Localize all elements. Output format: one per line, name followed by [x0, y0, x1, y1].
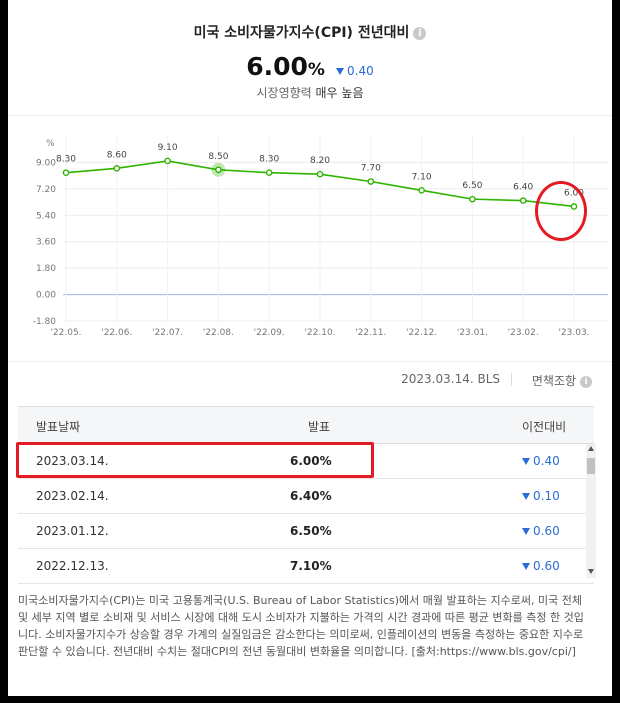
x-tick-label: '23.02. — [508, 328, 539, 338]
y-tick-label: 7.20 — [36, 185, 56, 195]
data-point[interactable] — [316, 170, 324, 178]
indicator-description: 미국소비자물가지수(CPI)는 미국 고용통계국(U.S. Bureau of … — [18, 594, 584, 658]
x-tick-label: '23.03. — [558, 328, 589, 338]
header-diff: 이전대비 — [522, 420, 567, 434]
y-tick-label: 3.60 — [36, 238, 56, 248]
data-point[interactable] — [113, 165, 121, 172]
row-diff: 0.60 — [522, 559, 560, 573]
disclaimer-label: 면책조항 — [531, 374, 576, 388]
down-triangle-icon — [522, 528, 530, 535]
scroll-thumb[interactable] — [587, 458, 595, 474]
indicator-title-row: 미국 소비자물가지수(CPI) 전년대비 i — [8, 22, 612, 42]
scroll-down-icon[interactable] — [588, 569, 594, 574]
row-value: 6.50% — [290, 524, 332, 538]
y-unit-label: % — [46, 139, 55, 149]
data-point[interactable] — [62, 169, 70, 177]
down-triangle-icon — [522, 458, 530, 465]
row-date: 2022.12.13. — [36, 559, 109, 573]
table-header: 발표날짜 발표 이전대비 — [18, 407, 594, 444]
data-label: 6.40 — [513, 183, 533, 193]
change-badge: 0.40 — [336, 64, 374, 78]
row-value: 6.40% — [290, 489, 332, 503]
x-tick-label: '22.07. — [152, 328, 183, 338]
market-impact: 시장영향력 매우 높음 — [8, 84, 612, 101]
row-diff: 0.10 — [522, 489, 560, 503]
x-tick-label: '22.06. — [101, 328, 132, 338]
change-value: 0.40 — [347, 64, 374, 78]
row-diff: 0.60 — [522, 524, 560, 538]
divider — [511, 373, 512, 386]
data-label: 7.10 — [412, 172, 432, 182]
data-point[interactable] — [519, 197, 527, 204]
data-label: 9.10 — [158, 143, 178, 153]
cpi-line-chart[interactable]: % 9.00 7.20 5.40 3.60 1.80 0.00 -1.80'22.05. '22… — [8, 115, 612, 362]
data-label: 8.30 — [259, 155, 279, 165]
x-tick-label: '22.05. — [50, 328, 81, 338]
table-row: 2023.02.14. 6.40% 0.10 — [18, 479, 594, 514]
row-diff-value: 0.40 — [533, 454, 560, 468]
current-value: 6.00 — [246, 52, 308, 81]
row-diff-value: 0.60 — [533, 559, 560, 573]
row-diff-value: 0.10 — [533, 489, 560, 503]
source-date: 2023.03.14. BLS — [401, 372, 500, 386]
data-label: 8.30 — [56, 155, 76, 165]
info-icon: i — [580, 375, 592, 388]
x-tick-label: '22.12. — [406, 328, 437, 338]
data-label: 8.50 — [208, 152, 228, 162]
header-date: 발표날짜 — [36, 420, 81, 434]
x-tick-label: '22.09. — [254, 328, 285, 338]
y-tick-label: 1.80 — [36, 264, 56, 274]
value-row: 6.00% 0.40 — [8, 52, 612, 81]
y-tick-label: 9.00 — [36, 158, 56, 168]
data-label: 6.50 — [462, 181, 482, 191]
y-tick-label: 0.00 — [36, 291, 56, 301]
y-tick-label: 5.40 — [36, 211, 56, 221]
value-unit: % — [307, 60, 325, 80]
window-frame: 미국 소비자물가지수(CPI) 전년대비 i 6.00% 0.40 시장영향력 매… — [0, 0, 620, 703]
data-point[interactable] — [215, 166, 222, 174]
indicator-header: 미국 소비자물가지수(CPI) 전년대비 i 6.00% 0.40 시장영향력 매… — [8, 0, 612, 115]
scroll-up-icon[interactable] — [588, 446, 594, 451]
data-label: 7.70 — [361, 164, 381, 174]
x-tick-label: '23.01. — [457, 328, 488, 338]
row-diff: 0.40 — [522, 454, 560, 468]
row-diff-value: 0.60 — [533, 524, 560, 538]
info-icon[interactable]: i — [413, 26, 427, 40]
data-label: 8.20 — [310, 156, 330, 166]
highlight-circle-annotation — [535, 181, 587, 241]
row-value: 7.10% — [290, 559, 332, 573]
data-point[interactable] — [164, 157, 171, 165]
impact-value: 매우 높음 — [315, 86, 364, 100]
source-row: 2023.03.14. BLS 면책조항 i — [8, 370, 612, 390]
down-triangle-icon — [336, 68, 345, 75]
disclaimer-link[interactable]: 면책조항 i — [532, 372, 592, 389]
cpi-panel: 미국 소비자물가지수(CPI) 전년대비 i 6.00% 0.40 시장영향력 매… — [8, 0, 612, 696]
table-row: 2022.12.13. 7.10% 0.60 — [18, 549, 594, 584]
indicator-title: 미국 소비자물가지수(CPI) 전년대비 — [193, 25, 410, 41]
down-triangle-icon — [522, 563, 530, 570]
highlight-box-annotation — [16, 442, 374, 478]
data-point[interactable] — [469, 195, 476, 203]
down-triangle-icon — [522, 493, 530, 500]
data-point[interactable] — [265, 169, 273, 177]
chart-svg[interactable]: % 9.00 7.20 5.40 3.60 1.80 0.00 -1.80'22.05. '22… — [8, 116, 612, 361]
x-tick-label: '22.10. — [304, 328, 335, 338]
table-row: 2023.01.12. 6.50% 0.60 — [18, 514, 594, 549]
row-date: 2023.01.12. — [36, 524, 109, 538]
data-point[interactable] — [367, 178, 375, 185]
impact-label: 시장영향력 — [256, 86, 312, 100]
header-value: 발표 — [308, 420, 331, 434]
table-scrollbar[interactable] — [586, 444, 596, 578]
row-date: 2023.02.14. — [36, 489, 109, 503]
y-tick-label: -1.80 — [33, 317, 57, 327]
release-history-table: 발표날짜 발표 이전대비 2023.03.14. 6.00% 0.40 2023.02… — [18, 406, 596, 584]
x-tick-label: '22.11. — [355, 328, 386, 338]
data-label: 8.60 — [107, 150, 127, 160]
x-tick-label: '22.08. — [203, 328, 234, 338]
data-point[interactable] — [418, 187, 425, 194]
